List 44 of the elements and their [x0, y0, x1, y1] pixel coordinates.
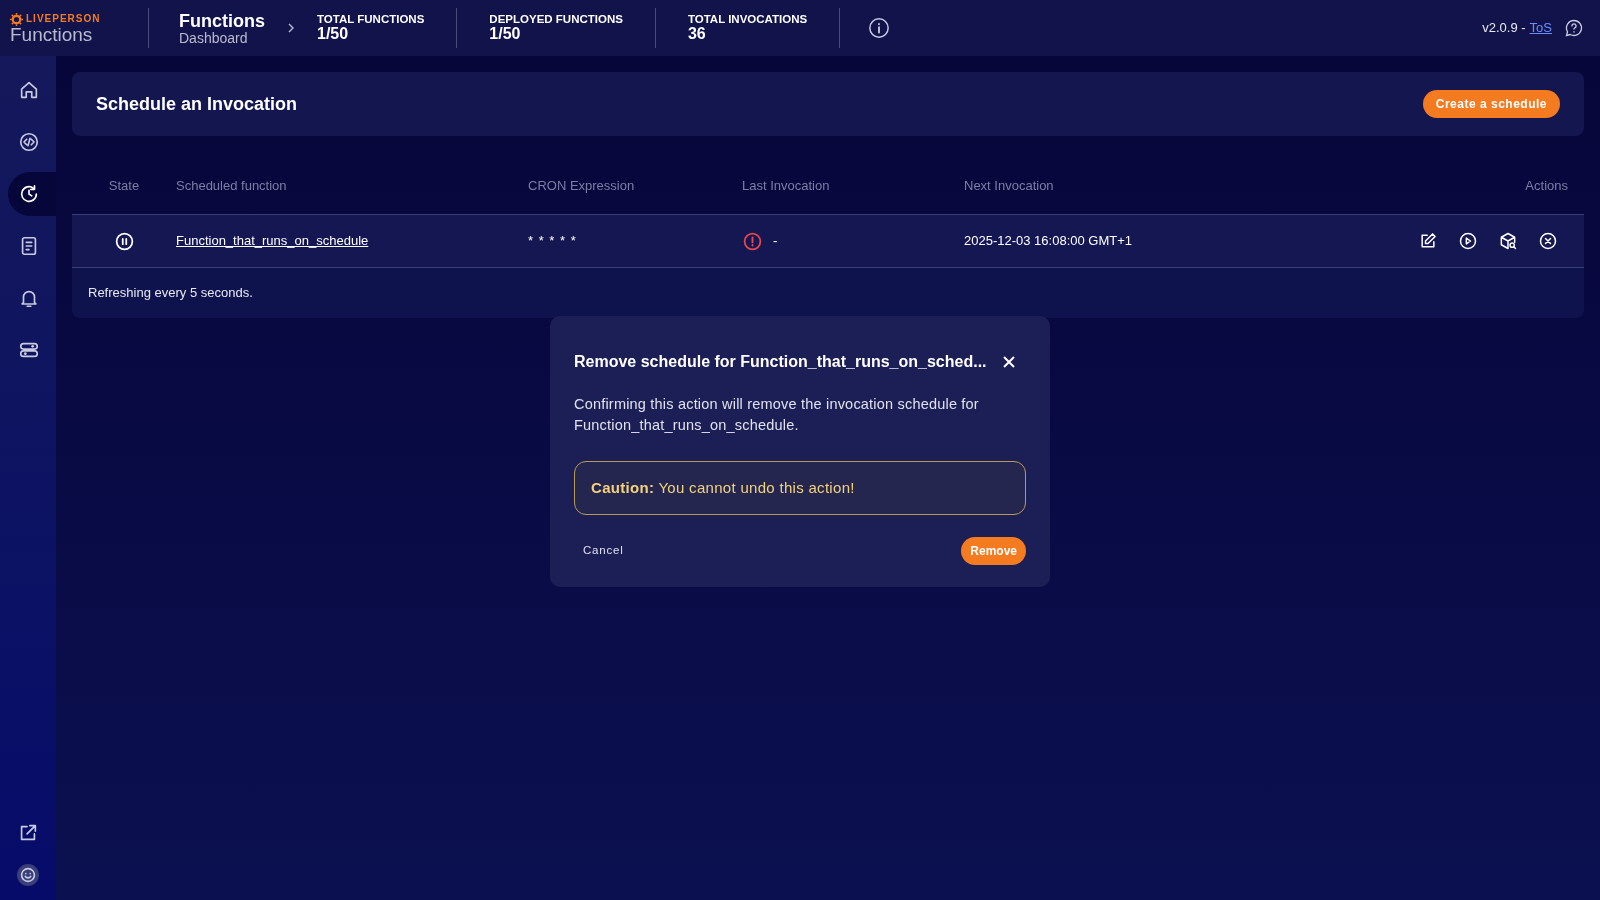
close-icon[interactable]	[1002, 355, 1016, 369]
function-link[interactable]: Function_that_runs_on_schedule	[176, 231, 369, 251]
page-title: Functions	[179, 11, 266, 30]
stat-value: 36	[687, 25, 707, 42]
panel-title: Schedule an Invocation	[96, 92, 298, 116]
chevron-right-icon	[287, 22, 295, 34]
brand-name: LIVEPERSON	[26, 14, 101, 24]
stat-value: 1/50	[489, 25, 522, 42]
tos-link[interactable]: ToS	[1529, 18, 1552, 38]
column-header: Last Invocation	[742, 177, 831, 196]
version-label: v2.0.9 -	[1482, 19, 1526, 38]
column-header: State	[108, 177, 140, 196]
column-header: CRON Expression	[528, 177, 636, 196]
stat-label: TOTAL INVOCATIONS	[687, 14, 808, 26]
refresh-note: Refreshing every 5 seconds.	[88, 284, 253, 303]
error-icon	[742, 230, 763, 252]
caution-text: Caution: You cannot undo this action!	[591, 477, 855, 498]
last-invocation: -	[773, 232, 778, 251]
stat-label: DEPLOYED FUNCTIONS	[489, 14, 623, 26]
play-icon[interactable]	[1458, 231, 1478, 251]
edit-icon[interactable]	[1418, 231, 1438, 251]
smiley-icon[interactable]	[17, 864, 39, 886]
code-icon	[18, 131, 40, 153]
product-name: Functions	[10, 24, 94, 44]
column-header: Scheduled function	[176, 177, 288, 196]
cancel-button[interactable]: Cancel	[574, 537, 633, 565]
page-subtitle: Dashboard	[179, 30, 249, 45]
pause-icon[interactable]	[113, 230, 135, 252]
stat-label: TOTAL FUNCTIONS	[317, 14, 425, 26]
sun-logo-icon	[10, 12, 23, 26]
dialog-message: Confirming this action will remove the invocation schedule for Function_that_runs_on_schedule.	[574, 395, 980, 435]
home-icon	[18, 79, 40, 101]
column-header: Next Invocation	[964, 177, 1055, 196]
next-invocation: 2025-12-03 16:08:00 GMT+1	[964, 232, 1134, 251]
help-icon[interactable]	[1564, 18, 1584, 38]
info-icon[interactable]	[868, 17, 891, 39]
column-header: Actions	[1525, 177, 1569, 196]
package-search-icon[interactable]	[1498, 231, 1518, 251]
cron-expression: * * * * *	[528, 232, 578, 251]
sidebar-item[interactable]	[8, 172, 56, 216]
dialog-title: Remove schedule for Function_that_runs_on_sched...	[574, 352, 987, 372]
stat-value: 1/50	[317, 25, 350, 42]
clock-icon	[18, 183, 40, 205]
close-circle-icon[interactable]	[1538, 231, 1558, 251]
